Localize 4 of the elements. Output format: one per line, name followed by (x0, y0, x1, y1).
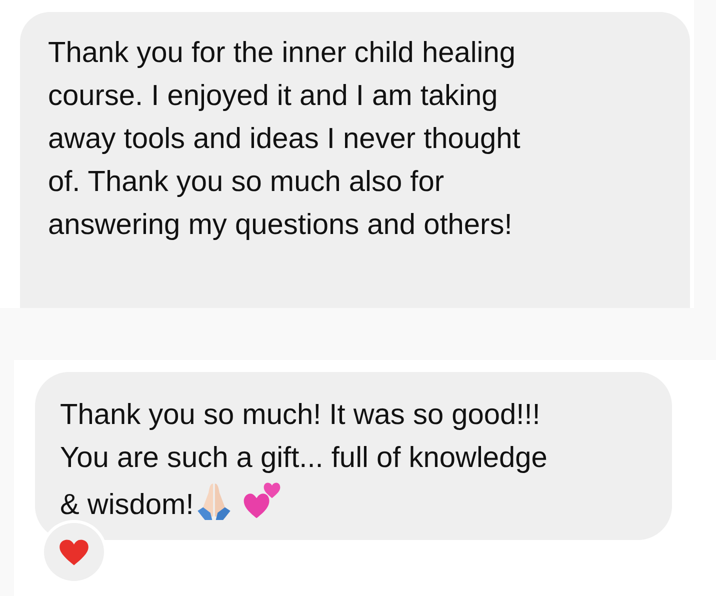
message-text: Thank you so much! It was so good!!! You are such a gift... full of knowledge & wisdom! (60, 398, 548, 523)
two-hearts-icon (242, 480, 282, 520)
message-text: Thank you for the inner child healing course. I enjoyed it and I am taking away tools and ideas I never thought of. Thank you so much also for answering my questions and others! (48, 36, 522, 243)
heart-icon (58, 538, 90, 566)
